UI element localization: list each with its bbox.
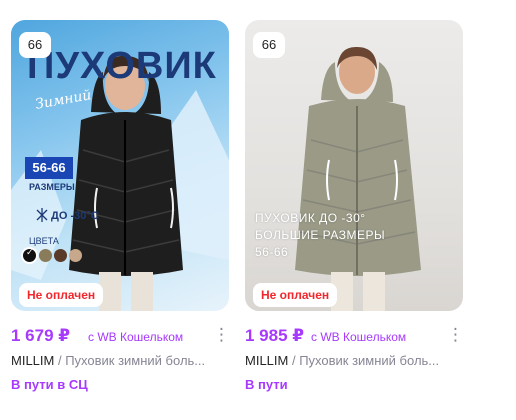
wallet-label: с WB Кошельком — [311, 330, 407, 344]
check-icon: ✓ — [26, 247, 34, 257]
product-card[interactable]: ПУХОВИК ДО -30° БОЛЬШИЕ РАЗМЕРЫ 56-66 66… — [245, 20, 464, 400]
product-name: Пуховик зимний боль... — [65, 353, 206, 368]
promo-line-3: 56-66 — [255, 245, 289, 259]
jacket-photo — [295, 46, 421, 311]
promo-temperature: ДО -30°С — [51, 210, 99, 222]
status-badge: Не оплачен — [253, 283, 338, 307]
wallet-label: с WB Кошельком — [88, 330, 184, 344]
promo-line-1: ПУХОВИК ДО -30° — [255, 211, 366, 225]
promo-size: 56-66 — [25, 157, 73, 179]
swatch-beige — [69, 249, 82, 262]
more-vertical-icon[interactable]: ⋮ — [213, 326, 230, 346]
promo-text: ПУХОВИК ДО -30° БОЛЬШИЕ РАЗМЕРЫ 56-66 — [255, 210, 385, 261]
product-name: Пуховик зимний боль... — [299, 353, 440, 368]
price: 1 679 ₽ — [11, 326, 71, 345]
delivery-status: В пути — [245, 377, 288, 392]
price-row: 1 985 ₽ с WB Кошельком ⋮ — [245, 326, 464, 346]
size-count-badge: 66 — [253, 32, 285, 58]
swatch-olive — [39, 249, 52, 262]
promo-size-label: РАЗМЕРЫ — [29, 182, 75, 192]
price-row: 1 679 ₽ с WB Кошельком ⋮ — [11, 326, 230, 346]
product-title[interactable]: MILLIM / Пуховик зимний боль... — [245, 353, 463, 369]
promo-title: ПУХОВИК — [27, 45, 217, 87]
product-image[interactable]: ПУХОВИК Зимний 56-66 РАЗМЕРЫ ДО -30°С ЦВ… — [11, 20, 229, 311]
size-count-badge: 66 — [19, 32, 51, 58]
product-card[interactable]: ПУХОВИК Зимний 56-66 РАЗМЕРЫ ДО -30°С ЦВ… — [11, 20, 230, 400]
promo-line-2: БОЛЬШИЕ РАЗМЕРЫ — [255, 228, 386, 242]
brand-name: MILLIM — [11, 353, 55, 368]
more-vertical-icon[interactable]: ⋮ — [447, 326, 464, 346]
status-badge: Не оплачен — [19, 283, 104, 307]
product-grid: ПУХОВИК Зимний 56-66 РАЗМЕРЫ ДО -30°С ЦВ… — [0, 0, 516, 420]
delivery-status: В пути в СЦ — [11, 377, 88, 392]
brand-name: MILLIM — [245, 353, 289, 368]
swatch-brown — [54, 249, 67, 262]
promo-colors-label: ЦВЕТА — [29, 236, 59, 246]
product-title[interactable]: MILLIM / Пуховик зимний боль... — [11, 353, 229, 369]
price: 1 985 ₽ — [245, 326, 305, 345]
product-image[interactable]: ПУХОВИК ДО -30° БОЛЬШИЕ РАЗМЕРЫ 56-66 66… — [245, 20, 463, 311]
